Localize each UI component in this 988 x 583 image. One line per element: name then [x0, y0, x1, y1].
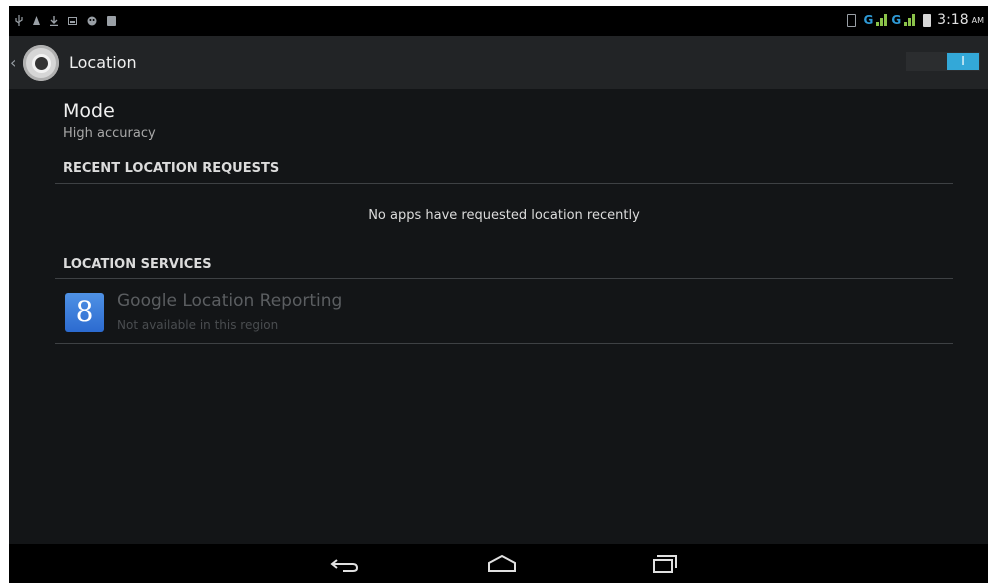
- recent-requests-header: RECENT LOCATION REQUESTS: [63, 161, 280, 176]
- status-icons-right: G G 3:18 AM: [847, 12, 984, 28]
- google-icon: 8: [65, 293, 104, 332]
- notification-icon: [33, 16, 40, 25]
- sim-icon: [847, 13, 857, 27]
- divider: [55, 278, 953, 279]
- screen: G G 3:18 AM ‹ Location I Mode High accur…: [9, 6, 988, 583]
- gear-hub: [31, 53, 51, 73]
- up-navigation-icon[interactable]: ‹: [10, 53, 16, 72]
- back-icon[interactable]: [327, 552, 363, 576]
- switch-thumb: I: [947, 53, 979, 70]
- download-icon: [50, 15, 58, 26]
- battery-icon: [923, 13, 932, 27]
- mode-title: Mode: [63, 100, 115, 122]
- location-services-header: LOCATION SERVICES: [63, 257, 212, 272]
- status-bar: G G 3:18 AM: [9, 6, 988, 36]
- navigation-bar: [9, 544, 988, 583]
- android-icon: [87, 16, 97, 25]
- signal-bars-icon: [904, 14, 916, 26]
- signal-bars-icon: [876, 14, 888, 26]
- usb-icon: [15, 15, 23, 26]
- status-icons-left: [15, 15, 116, 26]
- recents-icon[interactable]: [645, 552, 681, 576]
- sd-card-icon: [107, 15, 116, 26]
- clock-ampm: AM: [971, 15, 984, 25]
- service-title: Google Location Reporting: [117, 291, 343, 311]
- service-subtitle: Not available in this region: [117, 318, 279, 332]
- mode-setting[interactable]: Mode High accuracy: [63, 100, 156, 141]
- clock: 3:18: [937, 12, 969, 28]
- location-toggle-switch[interactable]: I: [906, 52, 980, 71]
- recent-requests-empty-text: No apps have requested location recently: [368, 208, 640, 223]
- mode-value: High accuracy: [63, 126, 156, 141]
- settings-gear-icon[interactable]: [23, 45, 59, 81]
- divider: [55, 183, 953, 184]
- network-type-2: G: [891, 13, 902, 27]
- action-bar: ‹ Location I: [9, 36, 988, 89]
- home-icon[interactable]: [484, 552, 520, 576]
- divider: [55, 343, 953, 344]
- network-type-1: G: [863, 13, 874, 27]
- screenshot-icon: [68, 16, 77, 25]
- page-title: Location: [69, 53, 137, 72]
- service-google-location-reporting[interactable]: 8 Google Location Reporting Not availabl…: [63, 287, 953, 343]
